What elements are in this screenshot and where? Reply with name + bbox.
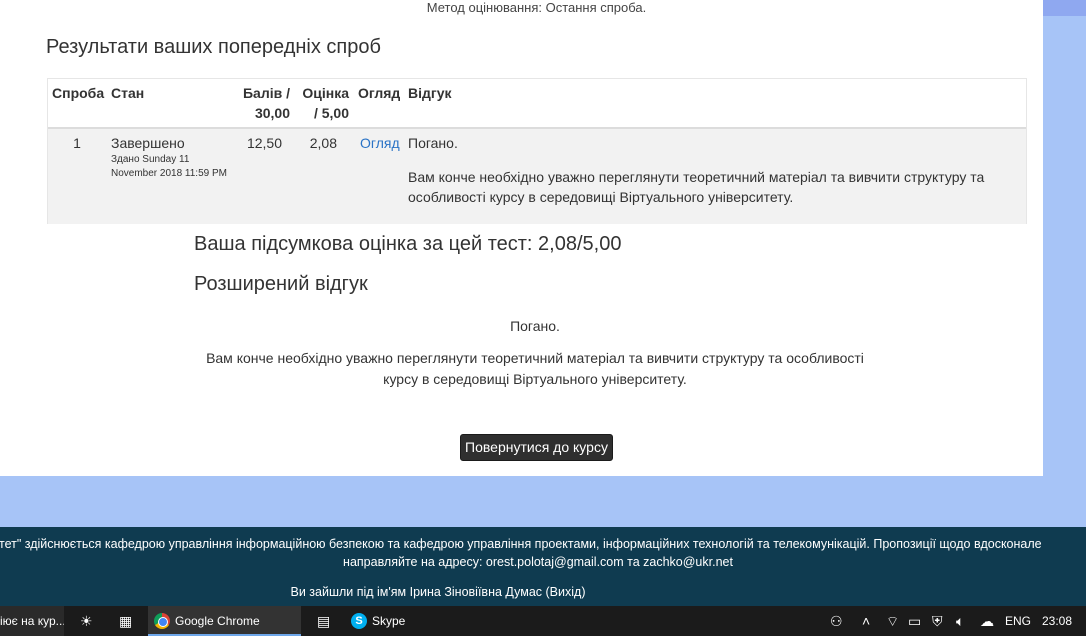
security-shield-icon[interactable]: ⛨ [932,606,943,636]
table-header: Спроба Стан Балів / 30,00 Оцінка / 5,00 … [48,79,1026,129]
site-footer: итет" здійснюється кафедрою управління і… [0,527,1086,606]
page-title: Результати ваших попередніх спроб [46,36,381,58]
chrome-icon [154,613,170,629]
taskbar-app-skype-label: Skype [372,614,406,628]
header-grade: Оцінка / 5,00 [297,83,349,123]
calculator-icon[interactable]: ▤ [317,606,330,636]
review-link[interactable]: Огляд [360,133,400,153]
header-marks-line1: Балів / [242,85,290,101]
table-row: 1 Завершено Здано Sunday 11 November 201… [48,129,1026,224]
chevron-up-icon[interactable]: ˄ [862,606,870,636]
film-icon[interactable]: ▦ [119,606,132,636]
taskbar-item-course-label: іює на кур... [0,614,64,628]
extended-feedback-line1: Вам конче необхідно уважно переглянути т… [206,350,864,366]
people-icon[interactable]: ⚇ [830,606,843,636]
cell-grade: 2,08 [309,135,337,151]
cell-feedback-short: Погано. [408,135,458,151]
cell-feedback-long-line2: особливості курсу в середовищі Віртуальн… [408,189,794,205]
header-grade-line1: Оцінка [302,85,349,101]
header-state: Стан [111,85,145,101]
taskbar-app-chrome-label: Google Chrome [175,614,260,628]
wifi-icon[interactable]: ⌔ [886,606,899,636]
cloud-icon[interactable]: ☁ [980,606,994,636]
grading-method-text: Метод оцінювання: Остання спроба. [426,0,647,15]
windows-taskbar: іює на кур... ☀ ▦ Google Chrome ▤ S Skyp… [0,606,1086,636]
cell-marks: 12,50 [246,135,282,151]
cell-submitted-line2: November 2018 11:59 PM [111,168,227,179]
footer-info-text: итет" здійснюється кафедрою управління і… [0,537,1042,551]
header-attempt: Спроба [52,85,105,101]
cell-attempt: 1 [73,135,81,151]
header-feedback: Відгук [408,85,452,101]
header-marks: Балів / 30,00 [238,83,290,123]
taskbar-item-course[interactable]: іює на кур... [0,606,64,636]
language-indicator[interactable]: ENG [1005,606,1031,636]
cell-state: Завершено [111,135,185,151]
extended-feedback-long: Вам конче необхідно уважно переглянути т… [194,348,876,390]
footer-contact-line: направляйте на адресу: orest.polotaj@gma… [343,555,733,569]
extended-feedback-line2: курсу в середовищі Віртуального універси… [383,371,687,387]
battery-icon[interactable]: ▭ [908,606,921,636]
clock[interactable]: 23:08 [1042,606,1072,636]
header-grade-line2: / 5,00 [313,105,349,121]
skype-icon: S [351,613,367,629]
attempts-table: Спроба Стан Балів / 30,00 Оцінка / 5,00 … [47,78,1027,224]
main-content-panel: Метод оцінювання: Остання спроба. Резуль… [0,0,1043,476]
extended-feedback-title: Розширений відгук [194,273,368,295]
taskbar-app-skype[interactable]: S Skype [345,606,495,636]
footer-info-line: итет" здійснюється кафедрою управління і… [0,537,1086,551]
header-marks-line2: 30,00 [254,105,290,121]
header-review: Огляд [358,85,401,101]
taskbar-app-chrome[interactable]: Google Chrome [148,606,301,636]
extended-feedback-short: Погано. [510,318,560,334]
final-grade-summary: Ваша підсумкова оцінка за цей тест: 2,08… [194,233,622,255]
brightness-icon[interactable]: ☀ [80,606,93,636]
back-to-course-button[interactable]: Повернутися до курсу [460,434,613,461]
cell-feedback-long-line1: Вам конче необхідно уважно переглянути т… [408,169,985,185]
footer-login-info: Ви зайшли під ім'ям Ірина Зіновіївна Дум… [290,585,586,599]
volume-icon[interactable]: 🔈︎ [956,606,964,636]
cell-submitted-line1: Здано Sunday 11 [111,154,190,165]
cell-feedback-long: Вам конче необхідно уважно переглянути т… [408,167,1018,207]
